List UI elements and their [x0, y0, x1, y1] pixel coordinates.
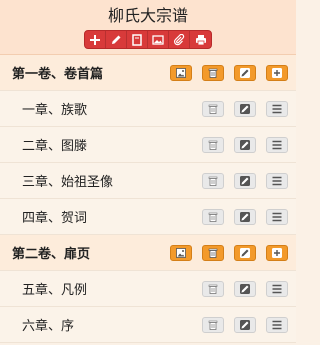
chapter-label: 五章、凡例: [22, 283, 88, 298]
edit-icon: [240, 319, 250, 330]
chapter-row[interactable]: 一章、族歌: [0, 91, 296, 127]
chapter-label: 四章、贺词: [22, 211, 88, 226]
trash-icon: [208, 176, 218, 186]
edit-button[interactable]: [234, 208, 256, 225]
chapter-actions: [202, 316, 296, 333]
app-header: 柳氏大宗谱: [0, 0, 296, 55]
add-icon: [272, 247, 282, 258]
add-chapter-button[interactable]: [266, 244, 288, 261]
menu-icon: [272, 284, 282, 293]
edit-icon: [112, 35, 121, 44]
edit-icon: [240, 103, 250, 114]
menu-icon: [272, 140, 282, 149]
edit-icon: [240, 211, 250, 222]
chapter-row[interactable]: 五章、凡例: [0, 271, 296, 307]
delete-button[interactable]: [202, 100, 224, 117]
edit-icon: [240, 175, 250, 186]
menu-icon: [272, 212, 282, 221]
chapter-actions: [202, 136, 296, 153]
menu-button[interactable]: [266, 172, 288, 189]
add-icon: [272, 67, 282, 78]
edit-icon: [240, 67, 250, 78]
delete-button[interactable]: [202, 136, 224, 153]
print-button[interactable]: [190, 31, 211, 48]
edit-button[interactable]: [234, 100, 256, 117]
delete-button[interactable]: [202, 280, 224, 297]
edit-button[interactable]: [234, 64, 256, 81]
delete-button[interactable]: [202, 208, 224, 225]
chapter-actions: [202, 172, 296, 189]
chapter-label: 六章、序: [22, 319, 75, 334]
chapter-row[interactable]: 二章、图滕: [0, 127, 296, 163]
attach-icon: [174, 33, 185, 45]
chapter-actions: [202, 208, 296, 225]
attach-button[interactable]: [169, 31, 190, 48]
trash-icon: [208, 320, 218, 330]
genealogy-title: 柳氏大宗谱: [107, 6, 188, 25]
document-icon: [132, 33, 142, 46]
edit-button[interactable]: [234, 172, 256, 189]
delete-button[interactable]: [202, 172, 224, 189]
volume-row[interactable]: 第二卷、扉页: [0, 235, 296, 271]
delete-button[interactable]: [202, 64, 224, 81]
menu-icon: [272, 320, 282, 329]
chapter-label: 一章、族歌: [22, 103, 88, 118]
image-icon: [176, 67, 186, 78]
delete-button[interactable]: [202, 244, 224, 261]
chapter-row[interactable]: 六章、序: [0, 307, 296, 343]
menu-button[interactable]: [266, 136, 288, 153]
chapter-label: 二章、图滕: [22, 139, 88, 154]
chapter-actions: [202, 280, 296, 297]
print-icon: [195, 34, 206, 45]
add-chapter-button[interactable]: [266, 64, 288, 81]
trash-icon: [208, 284, 218, 294]
menu-button[interactable]: [266, 208, 288, 225]
volume-actions: [170, 64, 296, 81]
volume-actions: [170, 244, 296, 261]
main-toolbar: [84, 30, 212, 49]
add-icon: [90, 34, 100, 45]
volume-row[interactable]: 第一卷、卷首篇: [0, 55, 296, 91]
chapter-actions: [202, 100, 296, 117]
chapter-list: 第一卷、卷首篇 一章、族歌 二章、图滕 三章、始祖圣像 四章、贺词 第二卷、扉页…: [0, 55, 296, 343]
image-button[interactable]: [148, 31, 169, 48]
trash-icon: [208, 140, 218, 150]
trash-icon: [208, 248, 218, 258]
menu-icon: [272, 104, 282, 113]
edit-button[interactable]: [234, 316, 256, 333]
edit-button[interactable]: [234, 244, 256, 261]
edit-icon: [240, 247, 250, 258]
trash-icon: [208, 68, 218, 78]
delete-button[interactable]: [202, 316, 224, 333]
menu-button[interactable]: [266, 316, 288, 333]
add-button[interactable]: [85, 31, 106, 48]
edit-button[interactable]: [234, 136, 256, 153]
chapter-row[interactable]: 三章、始祖圣像: [0, 163, 296, 199]
trash-icon: [208, 212, 218, 222]
menu-icon: [272, 176, 282, 185]
image-icon: [152, 34, 164, 45]
edit-button[interactable]: [234, 280, 256, 297]
edit-icon: [240, 283, 250, 294]
edit-icon: [240, 139, 250, 150]
edit-button[interactable]: [106, 31, 127, 48]
image-button[interactable]: [170, 244, 192, 261]
volume-label: 第一卷、卷首篇: [12, 67, 104, 82]
document-button[interactable]: [127, 31, 148, 48]
chapter-row[interactable]: 四章、贺词: [0, 199, 296, 235]
chapter-label: 三章、始祖圣像: [22, 175, 114, 190]
volume-label: 第二卷、扉页: [12, 247, 91, 262]
menu-button[interactable]: [266, 280, 288, 297]
image-icon: [176, 247, 186, 258]
trash-icon: [208, 104, 218, 114]
menu-button[interactable]: [266, 100, 288, 117]
image-button[interactable]: [170, 64, 192, 81]
